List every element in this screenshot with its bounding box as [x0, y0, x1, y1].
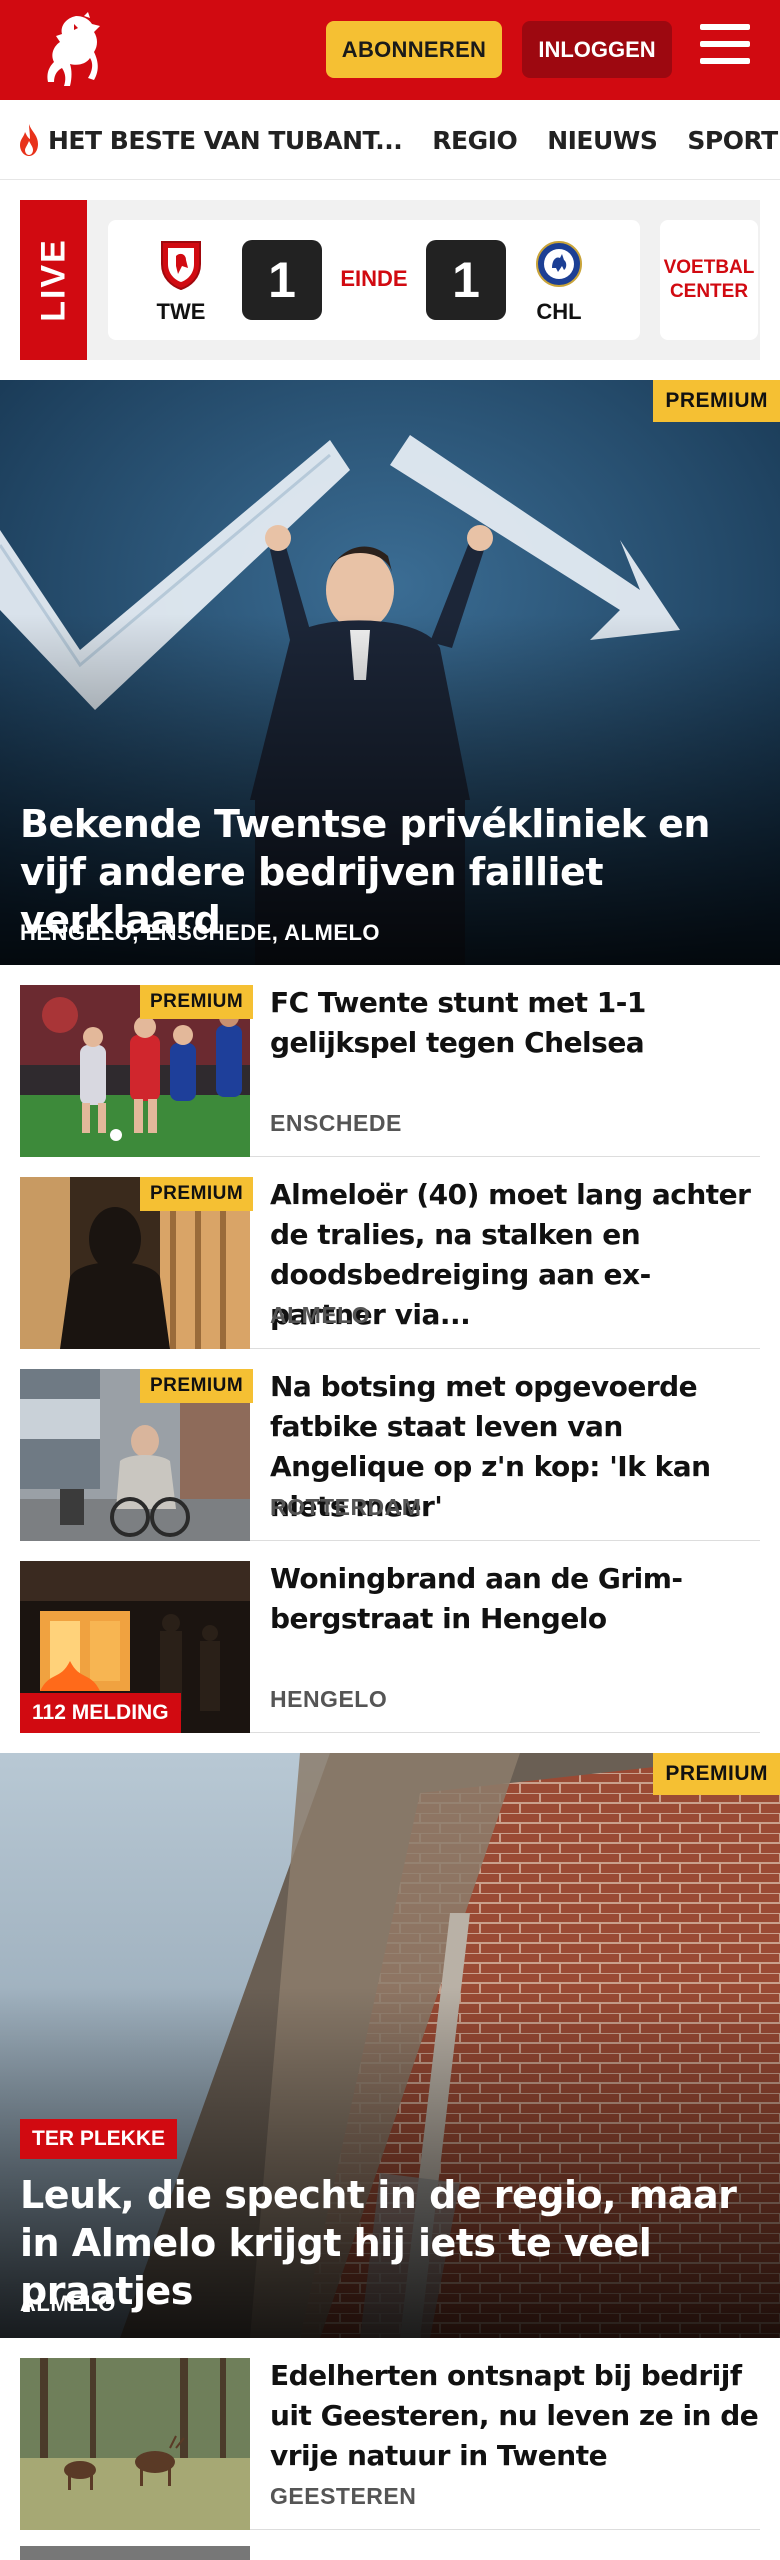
away-team-code: CHL [536, 299, 582, 324]
article-location: ENSCHEDE [270, 1110, 402, 1136]
login-button[interactable]: INLOGGEN [522, 21, 672, 78]
match-status: EINDE [340, 266, 408, 291]
melding-tag: 112 MELDING [20, 1693, 181, 1733]
voetbal-center-button[interactable]: VOETBAL CENTER [660, 220, 758, 340]
hero-location: ALMELO [20, 2291, 116, 2316]
nav-label: HET BESTE VAN TUBANT... [48, 125, 403, 155]
hero-article-faillissement[interactable]: PREMIUM Bekende Twentse privékliniek en … [0, 380, 780, 965]
premium-badge: PREMIUM [140, 1369, 254, 1403]
fc-twente-crest-icon [161, 241, 201, 291]
nav-item-best-of[interactable]: HET BESTE VAN TUBANT... [16, 123, 403, 157]
live-match-widget: LIVE TWE 1 EINDE 1 CHL VOETBAL CENTER [20, 200, 760, 360]
section-nav: HET BESTE VAN TUBANT... REGIO NIEUWS SPO… [0, 100, 780, 180]
menu-icon[interactable] [700, 24, 752, 72]
home-team-code: TWE [156, 299, 206, 324]
hero-article-specht[interactable]: PREMIUM TER PLEKKE Leuk, die specht in d… [0, 1753, 780, 2338]
away-score: 1 [426, 240, 506, 320]
article-location: ROTTERDAM [270, 1494, 422, 1520]
subscribe-button[interactable]: ABONNEREN [326, 21, 502, 78]
article-title[interactable]: Edelherten ontsnapt bij bedrijf uit Gees… [270, 2356, 760, 2476]
premium-badge: PREMIUM [653, 380, 780, 422]
home-score: 1 [242, 240, 322, 320]
voetbal-center-line-1: VOETBAL [663, 257, 755, 278]
article-title[interactable]: FC Twente stunt met 1-1 gelijkspel tegen… [270, 983, 760, 1063]
premium-badge: PREMIUM [140, 1177, 254, 1211]
hero-location: HENGELO, ENSCHEDE, ALMELO [20, 920, 381, 945]
premium-badge: PREMIUM [653, 1753, 780, 1795]
away-team: CHL [524, 238, 594, 325]
article-row-edelherten[interactable]: Edelherten ontsnapt bij bedrijf uit Gees… [20, 2338, 760, 2530]
article-thumbnail [20, 2358, 250, 2530]
site-header: ABONNEREN INLOGGEN [0, 0, 780, 100]
article-row-almeloer[interactable]: PREMIUM Almeloër (40) moet lang achter d… [20, 1157, 760, 1349]
article-row-woningbrand[interactable]: 112 MELDING Woningbrand aan de Grim­berg… [20, 1541, 760, 1733]
article-title[interactable]: Woningbrand aan de Grim­bergstraat in He… [270, 1559, 760, 1639]
article-row-fc-twente[interactable]: PREMIUM FC Twente stunt met 1-1 gelijksp… [20, 965, 760, 1157]
article-location: HENGELO [270, 1686, 388, 1712]
premium-badge: PREMIUM [140, 985, 254, 1019]
tubantia-horse-logo[interactable] [36, 12, 110, 88]
voetbal-center-line-2: CENTER [669, 281, 749, 302]
chelsea-crest-icon [536, 241, 582, 287]
home-team: TWE [146, 238, 216, 325]
next-article-thumbnail [20, 2546, 250, 2560]
nav-item-sport[interactable]: SPORT [687, 126, 778, 155]
article-thumbnail: 112 MELDING [20, 1561, 250, 1733]
ter-plekke-tag: TER PLEKKE [20, 2119, 178, 2159]
article-row-fatbike[interactable]: PREMIUM Na botsing met opgevoerde fatbik… [20, 1349, 760, 1541]
nav-item-regio[interactable]: REGIO [432, 126, 517, 155]
hero-title[interactable]: Leuk, die specht in de regio, maar in Al… [20, 2171, 740, 2315]
match-score-card[interactable]: TWE 1 EINDE 1 CHL [108, 220, 640, 340]
article-location: ALMELO [270, 1302, 371, 1328]
live-label: LIVE [20, 200, 87, 360]
article-location: GEESTEREN [270, 2483, 417, 2509]
flame-icon [20, 124, 38, 156]
nav-item-nieuws[interactable]: NIEUWS [547, 126, 658, 155]
